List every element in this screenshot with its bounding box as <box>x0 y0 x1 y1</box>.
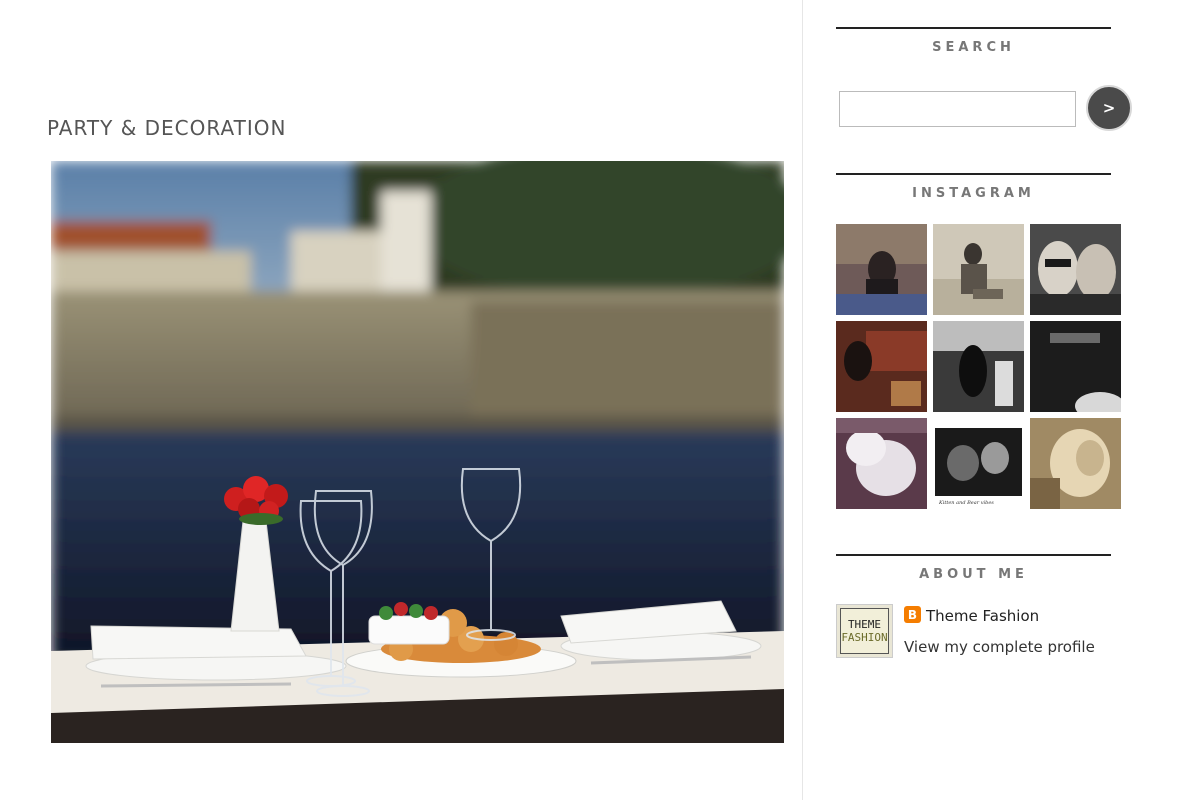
profile-avatar[interactable]: THEME FASHION <box>836 604 893 658</box>
avatar-logo: THEME FASHION <box>840 608 889 654</box>
profile-name-link[interactable]: Theme Fashion <box>926 607 1039 625</box>
view-profile-link[interactable]: View my complete profile <box>904 638 1095 656</box>
instagram-photo-5[interactable] <box>933 321 1024 412</box>
about-widget-rule <box>836 554 1111 556</box>
instagram-photo-8-caption: Kitten and Bear vibes <box>939 500 994 506</box>
instagram-photo-7[interactable] <box>836 418 927 509</box>
instagram-photo-1[interactable] <box>836 224 927 315</box>
instagram-widget-rule <box>836 173 1111 175</box>
blogger-icon: B <box>904 606 921 623</box>
instagram-widget-title: INSTAGRAM <box>912 186 1035 201</box>
search-widget-title: SEARCH <box>932 40 1015 55</box>
main-content: PARTY & DECORATION <box>0 0 802 800</box>
sidebar: SEARCH > INSTAGRAM Kitten and Bear vibes… <box>803 0 1200 800</box>
search-input[interactable] <box>839 91 1076 127</box>
instagram-photo-4[interactable] <box>836 321 927 412</box>
search-widget-rule <box>836 27 1111 29</box>
instagram-photo-8[interactable] <box>933 418 1024 509</box>
instagram-photo-3[interactable] <box>1030 224 1121 315</box>
about-widget-title: ABOUT ME <box>919 567 1028 582</box>
instagram-photo-6[interactable] <box>1030 321 1121 412</box>
instagram-photo-2[interactable] <box>933 224 1024 315</box>
instagram-grid: Kitten and Bear vibes <box>836 224 1126 514</box>
instagram-photo-9[interactable] <box>1030 418 1121 509</box>
post-image[interactable] <box>51 161 784 743</box>
avatar-logo-line2: FASHION <box>841 631 888 644</box>
avatar-logo-line1: THEME <box>847 618 882 631</box>
search-button[interactable]: > <box>1086 85 1132 131</box>
post-title[interactable]: PARTY & DECORATION <box>47 116 286 140</box>
